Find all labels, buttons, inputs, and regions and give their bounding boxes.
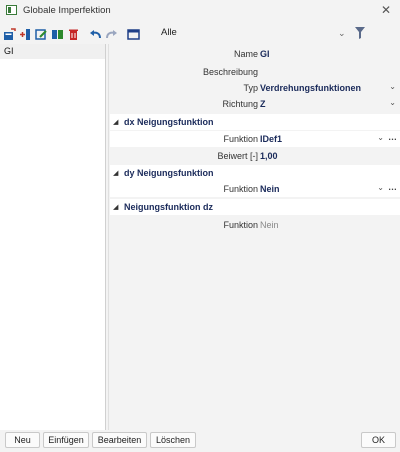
property-dy-funktion[interactable]: Funktion Nein ⌄ … — [110, 181, 400, 197]
chevron-down-icon[interactable]: ⌄ — [389, 98, 396, 107]
insert-button[interactable]: Einfügen — [43, 432, 89, 448]
beiwert-value[interactable]: 1,00 — [260, 151, 278, 161]
property-name: Name GI — [110, 46, 400, 62]
property-dx-funktion[interactable]: Funktion IDef1 ⌄ … — [110, 131, 400, 147]
funktion-value[interactable]: Nein — [260, 184, 280, 194]
funktion-label: Funktion — [223, 134, 258, 144]
section-title: dy Neigungsfunktion — [124, 168, 214, 178]
chevron-down-icon[interactable]: ⌄ — [377, 133, 384, 142]
window-title: Globale Imperfektion — [23, 4, 111, 16]
property-dz-funktion: Funktion Nein — [110, 217, 400, 233]
collapse-icon[interactable]: ◢ — [113, 203, 118, 211]
properties-panel: Name GI Beschreibung Typ Verdrehungsfunk… — [110, 44, 400, 430]
funktion-value[interactable]: IDef1 — [260, 134, 282, 144]
beiwert-label: Beiwert [-] — [217, 151, 258, 161]
copy-icon[interactable] — [51, 28, 64, 41]
table-icon[interactable] — [127, 28, 140, 41]
funktion-label: Funktion — [223, 184, 258, 194]
close-icon[interactable]: ✕ — [381, 3, 391, 17]
section-dx[interactable]: ◢ dx Neigungsfunktion — [110, 114, 400, 130]
property-typ[interactable]: Typ Verdrehungsfunktionen ⌄ — [110, 80, 400, 96]
filter-select[interactable]: Alle — [161, 27, 177, 38]
name-label: Name — [233, 49, 258, 59]
typ-label: Typ — [243, 83, 258, 93]
edit-button[interactable]: Bearbeiten — [92, 432, 147, 448]
button-bar: Neu Einfügen Bearbeiten Löschen OK — [0, 430, 400, 452]
property-richtung[interactable]: Richtung Z ⌄ — [110, 96, 400, 112]
more-icon[interactable]: … — [388, 132, 397, 142]
funktion-value: Nein — [260, 220, 279, 230]
typ-value[interactable]: Verdrehungsfunktionen — [260, 83, 361, 93]
more-icon[interactable]: … — [388, 182, 397, 192]
splitter[interactable] — [106, 44, 109, 430]
section-dy[interactable]: ◢ dy Neigungsfunktion — [110, 165, 400, 181]
chevron-down-icon[interactable]: ⌄ — [338, 28, 346, 39]
new-icon[interactable] — [3, 28, 16, 41]
beschreibung-label: Beschreibung — [202, 67, 258, 77]
list-item[interactable]: GI — [0, 44, 105, 59]
collapse-icon[interactable]: ◢ — [113, 118, 118, 126]
undo-icon[interactable] — [89, 28, 102, 41]
property-dx-beiwert: Beiwert [-] 1,00 — [110, 148, 400, 164]
delete-icon[interactable] — [67, 28, 80, 41]
section-title: dx Neigungsfunktion — [124, 117, 214, 127]
redo-icon[interactable] — [105, 28, 118, 41]
section-title: Neigungsfunktion dz — [124, 202, 213, 212]
richtung-label: Richtung — [222, 99, 258, 109]
funktion-label: Funktion — [223, 220, 258, 230]
richtung-value[interactable]: Z — [260, 99, 266, 109]
item-list: GI — [0, 44, 106, 430]
toolbar: Alle ⌄ — [0, 25, 400, 44]
chevron-down-icon[interactable]: ⌄ — [377, 183, 384, 192]
edit-icon[interactable] — [35, 28, 48, 41]
insert-icon[interactable] — [19, 28, 32, 41]
section-dz[interactable]: ◢ Neigungsfunktion dz — [110, 199, 400, 215]
title-bar: Globale Imperfektion ✕ — [0, 0, 400, 20]
funnel-icon[interactable] — [355, 27, 365, 41]
property-beschreibung: Beschreibung — [110, 64, 400, 80]
ok-button[interactable]: OK — [361, 432, 396, 448]
delete-button[interactable]: Löschen — [150, 432, 196, 448]
chevron-down-icon[interactable]: ⌄ — [389, 82, 396, 91]
app-icon — [6, 5, 17, 15]
collapse-icon[interactable]: ◢ — [113, 169, 118, 177]
new-button[interactable]: Neu — [5, 432, 40, 448]
name-value[interactable]: GI — [260, 49, 270, 59]
